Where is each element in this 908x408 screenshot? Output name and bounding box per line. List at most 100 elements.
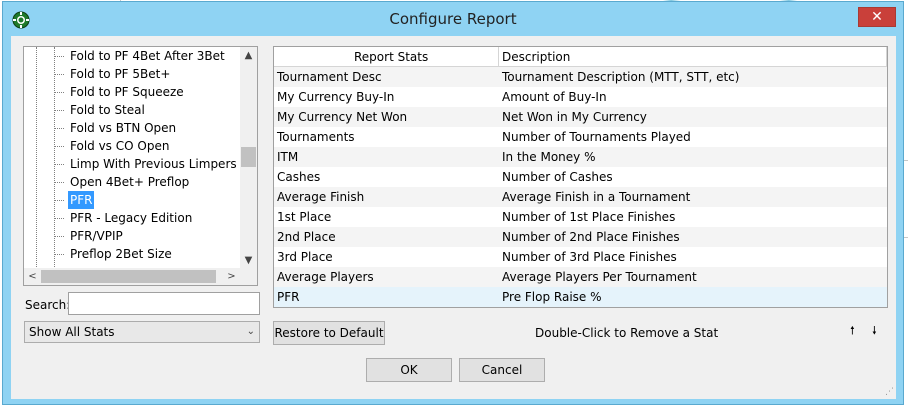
report-stat-cell: 3rd Place: [277, 250, 333, 264]
tree-branch-line: [55, 254, 64, 255]
column-divider[interactable]: [886, 47, 887, 67]
remove-stat-hint: Double-Click to Remove a Stat: [535, 326, 719, 340]
column-header-report-stats[interactable]: Report Stats: [354, 47, 428, 67]
tree-item[interactable]: Fold vs BTN Open: [24, 119, 244, 137]
table-row[interactable]: 2nd Place Number of 2nd Place Finishes: [274, 227, 887, 247]
report-stat-cell: Cashes: [277, 170, 321, 184]
tree-branch-line: [55, 128, 64, 129]
report-stat-cell: 2nd Place: [277, 230, 336, 244]
tree-item[interactable]: Open 4Bet+ Preflop: [24, 173, 244, 191]
tree-item-label: Fold to PF 5Bet+: [70, 67, 171, 81]
description-cell: Number of 3rd Place Finishes: [502, 250, 677, 264]
description-cell: Net Won in My Currency: [502, 110, 647, 124]
tree-item[interactable]: Fold vs CO Open: [24, 137, 244, 155]
column-header-description[interactable]: Description: [502, 47, 570, 67]
title-bar[interactable]: Configure Report ✕: [3, 2, 903, 36]
description-cell: Average Finish in a Tournament: [502, 190, 691, 204]
table-row[interactable]: Cashes Number of Cashes: [274, 167, 887, 187]
move-up-icon[interactable]: 🠕: [850, 322, 855, 341]
scroll-left-icon[interactable]: <: [24, 268, 41, 285]
column-divider[interactable]: [498, 47, 499, 67]
search-label: Search:: [25, 298, 71, 312]
report-stat-cell: PFR: [277, 290, 300, 304]
description-cell: Number of Cashes: [502, 170, 613, 184]
tree-item[interactable]: Limp With Previous Limpers: [24, 155, 244, 173]
scroll-down-icon[interactable]: ▼: [240, 252, 257, 269]
table-row[interactable]: Average Finish Average Finish in a Tourna…: [274, 187, 887, 207]
tree-branch-line: [55, 182, 64, 183]
table-row[interactable]: My Currency Net Won Net Won in My Currenc…: [274, 107, 887, 127]
background-line: [904, 160, 908, 161]
background-line: [904, 237, 908, 238]
tree-item-label: Fold vs BTN Open: [70, 121, 177, 135]
table-row[interactable]: Tournament Desc Tournament Description (M…: [274, 67, 887, 87]
report-stat-cell: Tournament Desc: [277, 70, 382, 84]
tree-item[interactable]: Preflop 2Bet Size: [24, 245, 244, 263]
tree-branch-line: [55, 56, 64, 57]
table-row[interactable]: Tournaments Number of Tournaments Played: [274, 127, 887, 147]
tree-item[interactable]: Fold to Steal: [24, 101, 244, 119]
scroll-right-icon[interactable]: >: [223, 268, 240, 285]
chevron-down-icon: ⌄: [246, 326, 255, 337]
scrollbar-corner: [240, 268, 257, 285]
tree-item-label: Fold to Steal: [70, 103, 145, 117]
tree-branch-line: [55, 110, 64, 111]
tree-item-label: Fold to PF Squeeze: [70, 85, 184, 99]
report-stat-cell: Average Players: [277, 270, 374, 284]
scroll-up-icon[interactable]: ▲: [240, 47, 257, 64]
description-cell: Number of 2nd Place Finishes: [502, 230, 680, 244]
tree-branch-line: [55, 146, 64, 147]
description-cell: Number of Tournaments Played: [502, 130, 691, 144]
description-cell: Average Players Per Tournament: [502, 270, 697, 284]
stats-filter-value: Show All Stats: [29, 325, 115, 339]
tree-branch-line: [55, 218, 64, 219]
window-title: Configure Report: [389, 10, 517, 28]
tree-vertical-scrollbar[interactable]: ▲ ▼: [240, 47, 257, 269]
tree-branch-line: [55, 92, 64, 93]
tree-item-label: PFR/VPIP: [70, 229, 123, 243]
tree-vertical-thumb[interactable]: [241, 147, 256, 167]
tree-horizontal-thumb[interactable]: [41, 270, 216, 283]
tree-item[interactable]: Fold to PF 4Bet After 3Bet: [24, 47, 244, 65]
cancel-button[interactable]: Cancel: [459, 358, 545, 382]
tree-item-label: Fold to PF 4Bet After 3Bet: [70, 49, 225, 63]
tree-item[interactable]: PFR: [24, 191, 244, 209]
resize-grip-icon[interactable]: ⋰: [885, 387, 894, 397]
table-header: Report Stats Description: [274, 47, 887, 67]
report-stat-cell: Tournaments: [277, 130, 355, 144]
move-down-icon[interactable]: 🠗: [872, 322, 877, 341]
tree-item[interactable]: PFR - Legacy Edition: [24, 209, 244, 227]
tree-item-label: Limp With Previous Limpers: [70, 157, 237, 171]
close-button[interactable]: ✕: [858, 7, 896, 27]
description-cell: Amount of Buy-In: [502, 90, 607, 104]
tree-item[interactable]: PFR/VPIP: [24, 227, 244, 245]
description-cell: In the Money %: [502, 150, 596, 164]
report-stat-cell: My Currency Buy-In: [277, 90, 395, 104]
dialog-window: Configure Report ✕ Fold to PF 4Bet After…: [2, 1, 904, 405]
table-row[interactable]: My Currency Buy-In Amount of Buy-In: [274, 87, 887, 107]
description-cell: Pre Flop Raise %: [502, 290, 602, 304]
tree-item-label: Preflop 2Bet Size: [70, 247, 172, 261]
table-row[interactable]: PFR Pre Flop Raise %: [274, 287, 887, 307]
search-input[interactable]: [68, 292, 260, 315]
tree-item-label: PFR - Legacy Edition: [70, 211, 193, 225]
stats-filter-select[interactable]: Show All Stats ⌄: [24, 321, 260, 343]
restore-to-default-button[interactable]: Restore to Default: [273, 321, 385, 345]
tree-branch-line: [55, 164, 64, 165]
tree-branch-line: [55, 200, 64, 201]
table-row[interactable]: ITM In the Money %: [274, 147, 887, 167]
table-row[interactable]: Average Players Average Players Per Tourn…: [274, 267, 887, 287]
report-stats-table[interactable]: Report Stats Description Tournament Desc…: [273, 46, 888, 308]
ok-button[interactable]: OK: [366, 358, 452, 382]
tree-branch-line: [55, 74, 64, 75]
table-row[interactable]: 1st Place Number of 1st Place Finishes: [274, 207, 887, 227]
table-row[interactable]: 3rd Place Number of 3rd Place Finishes: [274, 247, 887, 267]
description-cell: Number of 1st Place Finishes: [502, 210, 676, 224]
tree-item[interactable]: Fold to PF Squeeze: [24, 83, 244, 101]
stats-tree[interactable]: Fold to PF 4Bet After 3Bet Fold to PF 5Be…: [23, 46, 258, 286]
tree-horizontal-scrollbar[interactable]: < >: [24, 268, 240, 285]
tree-item[interactable]: Fold to PF 5Bet+: [24, 65, 244, 83]
report-stat-cell: ITM: [277, 150, 299, 164]
report-stat-cell: My Currency Net Won: [277, 110, 408, 124]
tree-branch-line: [55, 236, 64, 237]
